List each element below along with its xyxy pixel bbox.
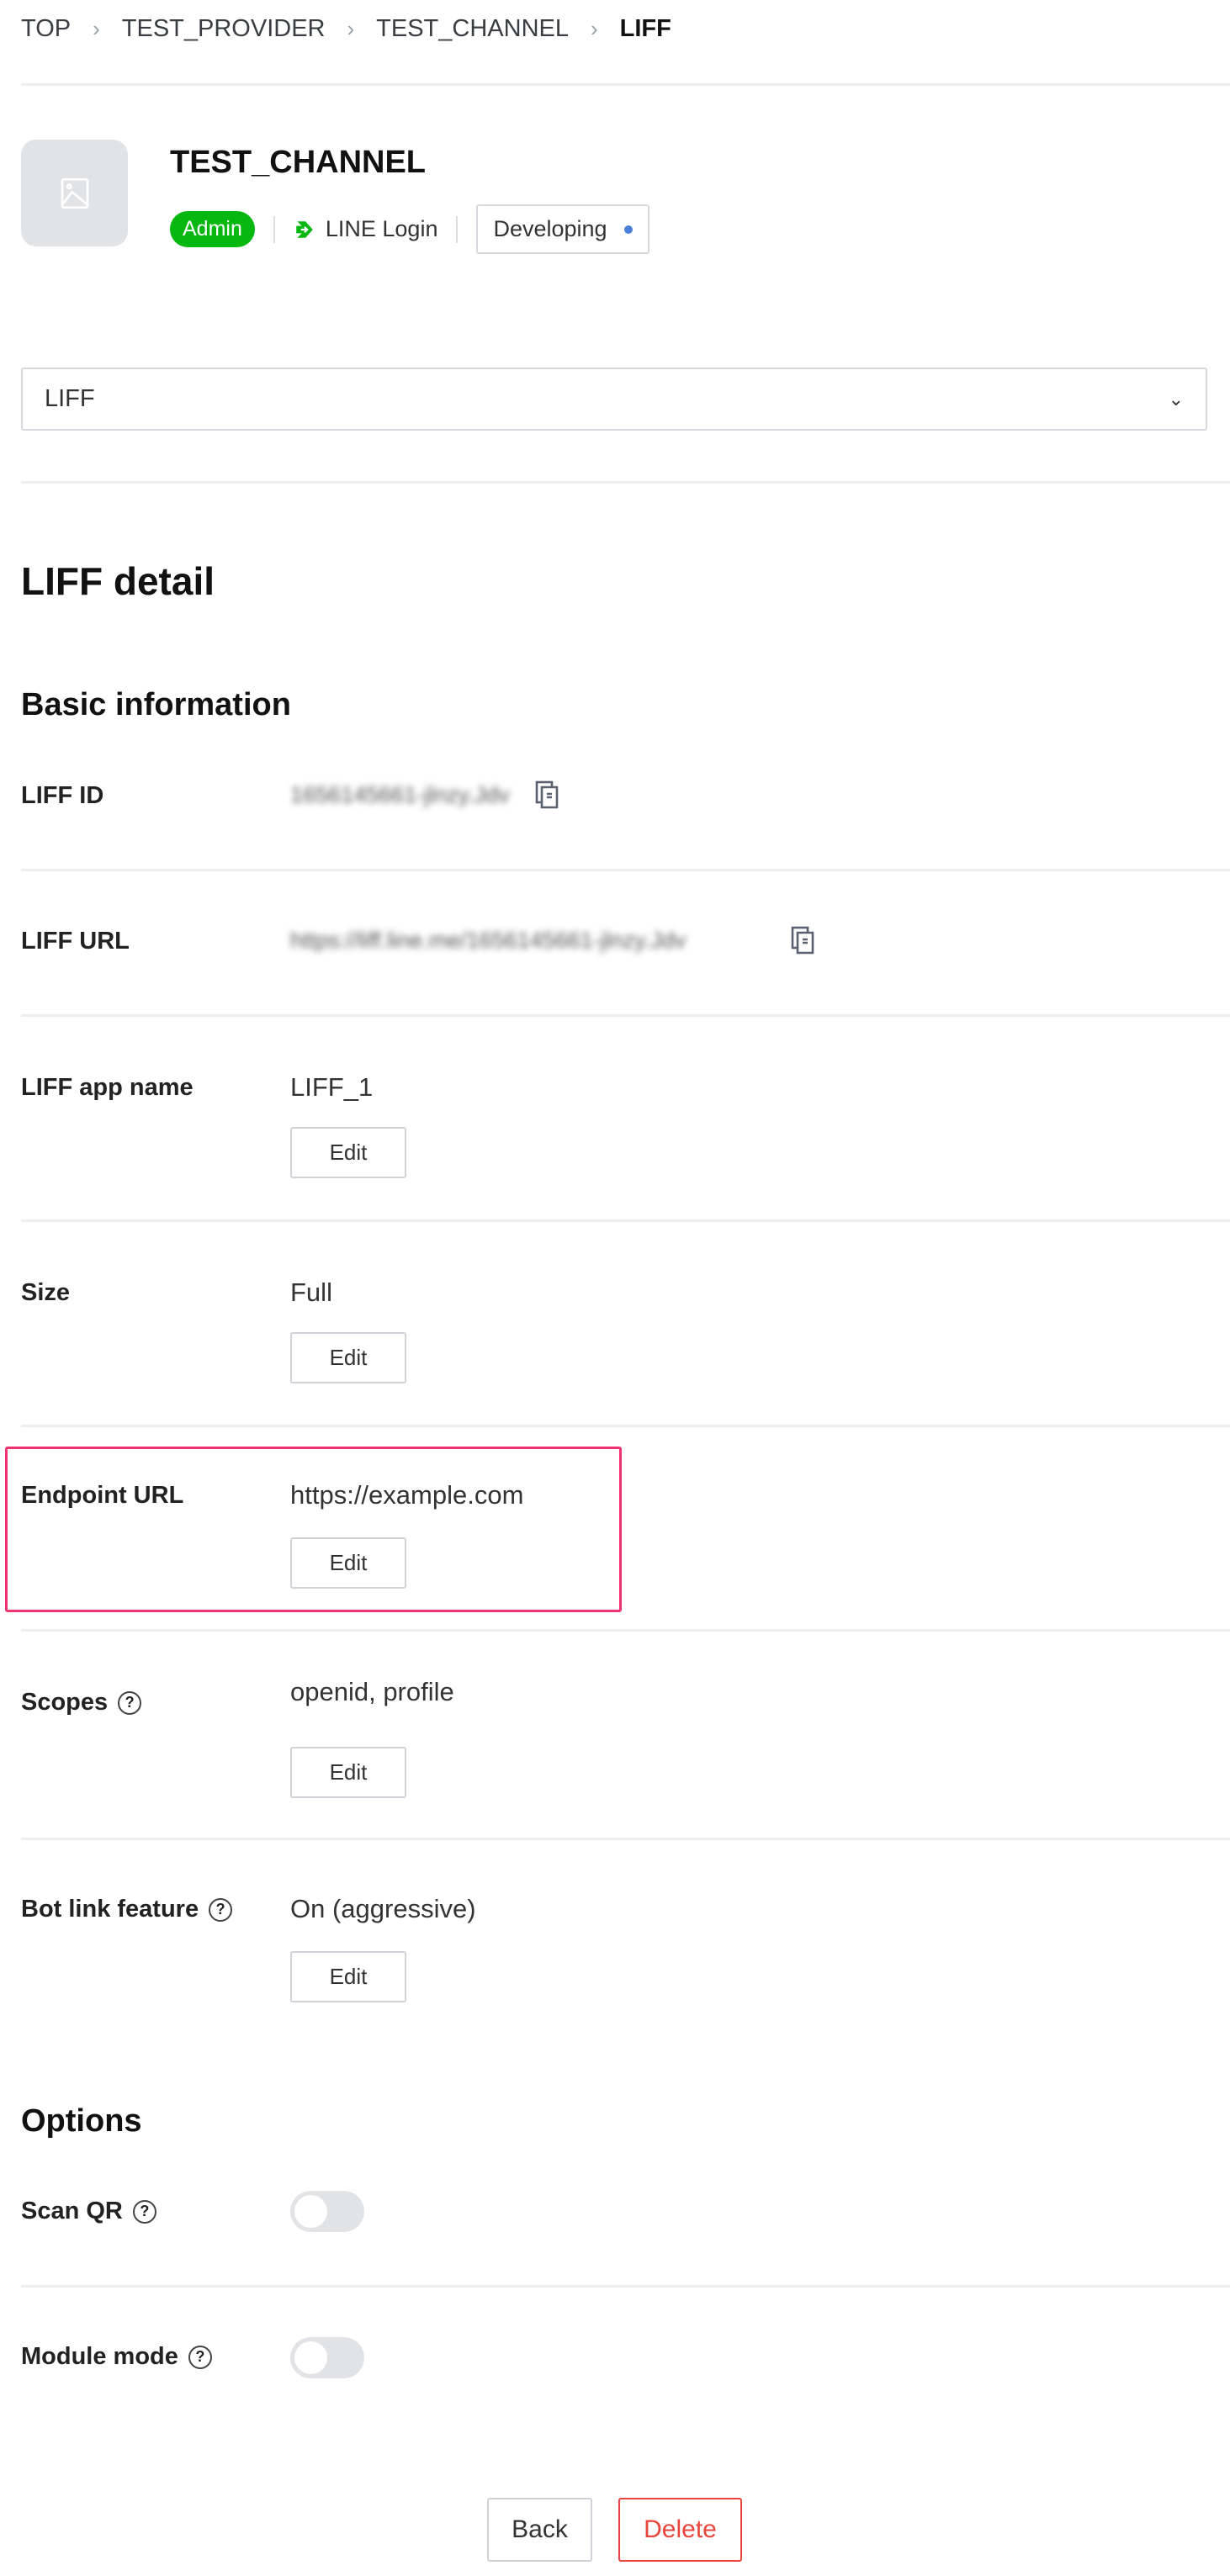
breadcrumb-channel[interactable]: TEST_CHANNEL: [376, 15, 569, 43]
status-badge: Developing: [476, 204, 649, 254]
image-icon: [61, 177, 88, 209]
size-label: Size: [21, 1279, 71, 1306]
divider: [21, 1629, 1230, 1632]
status-dot: [623, 225, 633, 234]
bot-link-label-text: Bot link feature: [21, 1896, 199, 1923]
breadcrumb-top[interactable]: TOP: [21, 15, 71, 43]
divider: [21, 83, 1230, 86]
scopes-value: openid, profile: [290, 1677, 454, 1706]
page-title: LIFF detail: [21, 559, 215, 603]
divider: [21, 1014, 1230, 1017]
liff-id-value: 1656145661-jlnzy.Jdv: [290, 781, 510, 807]
copy-icon[interactable]: [791, 926, 814, 955]
page-select-value: LIFF: [45, 385, 95, 412]
scan-qr-toggle[interactable]: [290, 2191, 364, 2232]
app-name-label: LIFF app name: [21, 1074, 194, 1101]
breadcrumb-provider[interactable]: TEST_PROVIDER: [122, 15, 326, 43]
module-mode-label: Module mode?: [21, 2343, 212, 2371]
breadcrumb-current: LIFF: [619, 15, 671, 42]
back-button[interactable]: Back: [487, 2498, 592, 2562]
bot-link-label: Bot link feature?: [21, 1896, 233, 1923]
copy-icon[interactable]: [535, 780, 559, 809]
edit-endpoint-url-button[interactable]: Edit: [290, 1537, 406, 1589]
edit-scopes-button[interactable]: Edit: [290, 1747, 406, 1798]
divider: [21, 2285, 1230, 2288]
help-icon[interactable]: ?: [209, 1897, 233, 1922]
breadcrumb: TOP › TEST_PROVIDER › TEST_CHANNEL › LIFF: [21, 15, 671, 43]
channel-title: TEST_CHANNEL: [170, 145, 427, 180]
role-badge: Admin: [170, 211, 255, 247]
liff-id-field: 1656145661-jlnzy.Jdv: [290, 780, 559, 809]
divider: [456, 215, 459, 243]
endpoint-url-label: Endpoint URL: [21, 1482, 184, 1509]
divider: [21, 481, 1230, 484]
liff-id-label: LIFF ID: [21, 782, 104, 809]
scan-qr-label-text: Scan QR: [21, 2198, 123, 2224]
divider: [21, 1219, 1230, 1222]
scan-qr-label: Scan QR?: [21, 2198, 156, 2225]
chevron-right-icon: ›: [590, 16, 598, 41]
chevron-right-icon: ›: [93, 16, 100, 41]
section-title-options: Options: [21, 2103, 142, 2139]
edit-app-name-button[interactable]: Edit: [290, 1127, 406, 1178]
line-login-icon: [296, 220, 313, 238]
edit-size-button[interactable]: Edit: [290, 1332, 406, 1383]
module-mode-toggle[interactable]: [290, 2337, 364, 2378]
app-name-value: LIFF_1: [290, 1072, 374, 1102]
page-select[interactable]: LIFF ⌄: [21, 368, 1207, 431]
bot-link-value: On (aggressive): [290, 1894, 476, 1923]
divider: [21, 1838, 1230, 1840]
endpoint-url-value: https://example.com: [290, 1480, 524, 1510]
size-value: Full: [290, 1277, 332, 1307]
help-icon[interactable]: ?: [188, 2345, 212, 2369]
divider: [21, 1425, 1230, 1427]
status-text: Developing: [493, 216, 607, 241]
delete-button[interactable]: Delete: [618, 2498, 742, 2562]
channel-type: LINE Login: [325, 216, 438, 241]
help-icon[interactable]: ?: [118, 1690, 142, 1715]
liff-url-field: https://liff.line.me/1656145661-jlnzy.Jd…: [290, 926, 814, 955]
divider: [21, 869, 1230, 871]
chevron-right-icon: ›: [347, 16, 355, 41]
liff-url-label: LIFF URL: [21, 928, 130, 955]
channel-meta: Admin LINE Login Developing: [170, 204, 649, 254]
scopes-label-text: Scopes: [21, 1689, 109, 1716]
help-icon[interactable]: ?: [132, 2199, 156, 2224]
divider: [273, 215, 275, 243]
channel-icon-placeholder: [21, 140, 128, 246]
edit-bot-link-button[interactable]: Edit: [290, 1951, 406, 2002]
chevron-down-icon: ⌄: [1168, 388, 1184, 410]
section-title-basic: Basic information: [21, 687, 291, 722]
liff-url-value: https://liff.line.me/1656145661-jlnzy.Jd…: [290, 927, 687, 953]
module-mode-label-text: Module mode: [21, 2343, 178, 2370]
scopes-label: Scopes?: [21, 1689, 142, 1716]
